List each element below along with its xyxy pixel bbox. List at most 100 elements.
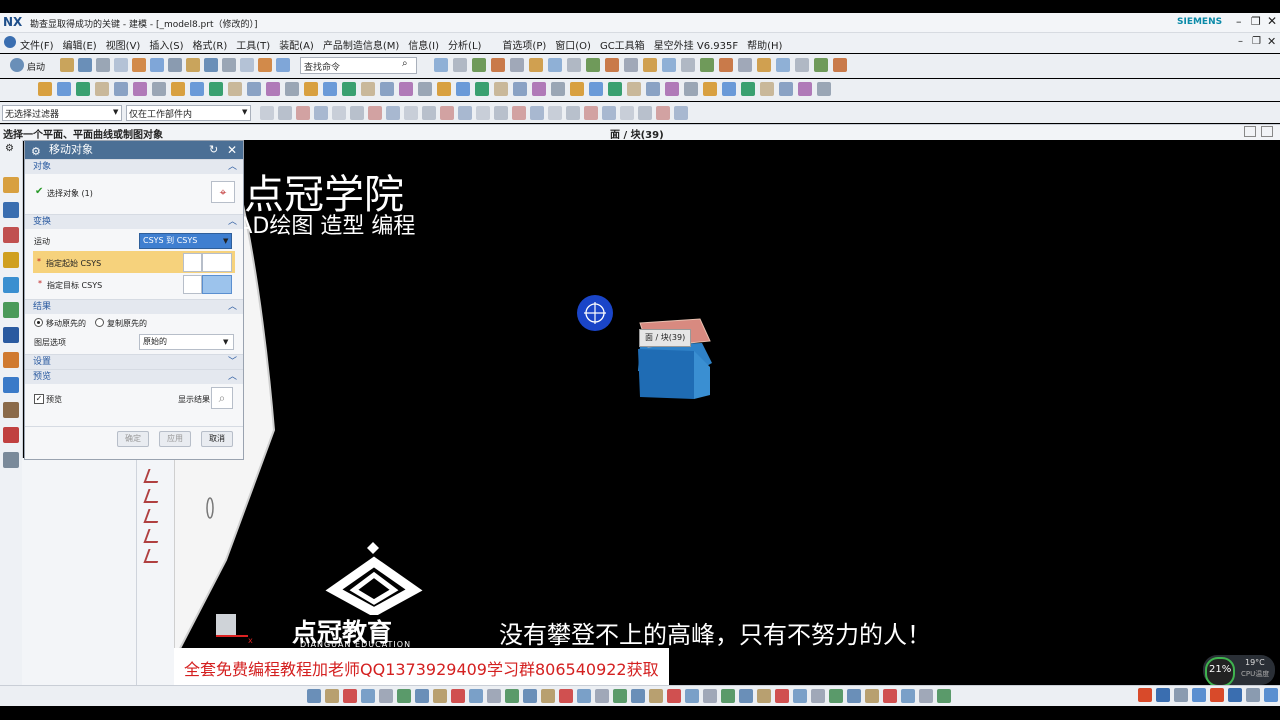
toolbar-tool-icon[interactable] [323,82,337,96]
menu-item[interactable]: 星空外挂 V6.935F [654,37,738,52]
toolbar-tool-icon[interactable] [95,82,109,96]
selection-filter-dropdown[interactable]: 无选择过滤器 ▼ [2,105,122,121]
toolbar-tool-icon[interactable] [530,106,544,120]
resource-tab-icon[interactable] [3,352,19,368]
toolbar-tool-icon[interactable] [451,689,465,703]
toolbar-tool-icon[interactable] [152,82,166,96]
toolbar-tool-icon[interactable] [811,689,825,703]
search-icon[interactable]: ⌕ [402,58,408,69]
toolbar-tool-icon[interactable] [422,106,436,120]
toolbar-tool-icon[interactable] [1246,688,1260,702]
select-object-label[interactable]: 选择对象 (1) [47,188,93,199]
toolbar-tool-icon[interactable] [646,82,660,96]
toolbar-tool-icon[interactable] [437,82,451,96]
resource-tab-icon[interactable] [3,377,19,393]
toolbar-tool-icon[interactable] [278,106,292,120]
toolbar-tool-icon[interactable] [681,58,695,72]
toolbar-tool-icon[interactable] [260,106,274,120]
toolbar-tool-icon[interactable] [624,58,638,72]
toolbar-tool-icon[interactable] [434,58,448,72]
toolbar-tool-icon[interactable] [1174,688,1188,702]
toolbar-tool-icon[interactable] [667,689,681,703]
dialog-close-icon[interactable]: ✕ [227,141,237,159]
toolbar-tool-icon[interactable] [814,58,828,72]
menu-item[interactable]: 格式(R) [193,37,228,52]
toolbar-tool-icon[interactable] [566,106,580,120]
toolbar-tool-icon[interactable] [228,82,242,96]
toolbar-tool-icon[interactable] [700,58,714,72]
toolbar-tool-icon[interactable] [304,82,318,96]
toolbar-tool-icon[interactable] [703,82,717,96]
toolbar-tool-icon[interactable] [114,58,128,72]
toolbar-tool-icon[interactable] [833,58,847,72]
toolbar-tool-icon[interactable] [567,58,581,72]
chevron-down-icon[interactable]: ▼ [113,108,118,116]
toolbar-tool-icon[interactable] [380,82,394,96]
toolbar-tool-icon[interactable] [505,689,519,703]
toolbar-tool-icon[interactable] [775,689,789,703]
toolbar-tool-icon[interactable] [78,58,92,72]
toolbar-tool-icon[interactable] [343,689,357,703]
toolbar-tool-icon[interactable] [865,689,879,703]
toolbar-tool-icon[interactable] [532,82,546,96]
csys-dialog-icon[interactable] [183,253,202,272]
toolbar-tool-icon[interactable] [620,106,634,120]
toolbar-tool-icon[interactable] [937,689,951,703]
toolbar-tool-icon[interactable] [132,58,146,72]
toolbar-tool-icon[interactable] [1210,688,1224,702]
toolbar-tool-icon[interactable] [440,106,454,120]
toolbar-tool-icon[interactable] [613,689,627,703]
command-search-input[interactable]: 查找命令 ⌕ [300,57,417,74]
toolbar-tool-icon[interactable] [548,106,562,120]
toolbar-tool-icon[interactable] [829,689,843,703]
motion-dropdown[interactable]: CSYS 到 CSYS [139,233,232,249]
chevron-down-icon[interactable]: ﹀ [228,355,237,369]
csys-inferred-icon[interactable] [202,253,232,272]
section-preview[interactable]: 预览 ︿ [25,369,243,384]
toolbar-tool-icon[interactable] [386,106,400,120]
toolbar-tool-icon[interactable] [665,82,679,96]
cancel-button[interactable]: 取消 [201,431,233,447]
csys-inferred-icon[interactable] [202,275,232,294]
toolbar-tool-icon[interactable] [114,82,128,96]
toolbar-tool-icon[interactable] [739,689,753,703]
resource-tab-icon[interactable] [3,227,19,243]
toolbar-tool-icon[interactable] [494,82,508,96]
chevron-down-icon[interactable]: ▼ [242,108,247,116]
toolbar-tool-icon[interactable] [399,82,413,96]
toolbar-tool-icon[interactable] [1228,688,1242,702]
chevron-down-icon[interactable]: ▼ [223,338,228,346]
toolbar-tool-icon[interactable] [332,106,346,120]
origin-csys-row[interactable]: * 指定起始 CSYS [33,251,235,273]
toolbar-tool-icon[interactable] [456,82,470,96]
doc-restore-icon[interactable]: ❐ [1252,36,1261,47]
toolbar-tool-icon[interactable] [779,82,793,96]
toolbar-tool-icon[interactable] [285,82,299,96]
toolbar-tool-icon[interactable] [721,689,735,703]
toolbar-tool-icon[interactable] [559,689,573,703]
toolbar-tool-icon[interactable] [738,58,752,72]
toolbar-tool-icon[interactable] [817,82,831,96]
target-csys-row[interactable]: * 指定目标 CSYS [25,273,243,295]
toolbar-tool-icon[interactable] [171,82,185,96]
toolbar-tool-icon[interactable] [847,689,861,703]
menu-item[interactable]: 产品制造信息(M) [323,37,399,52]
menu-item[interactable]: 信息(I) [408,37,439,52]
toolbar-tool-icon[interactable] [513,82,527,96]
toolbar-tool-icon[interactable] [494,106,508,120]
toolbar-tool-icon[interactable] [605,58,619,72]
toolbar-tool-icon[interactable] [901,689,915,703]
menu-item[interactable]: 插入(S) [149,37,183,52]
toolbar-tool-icon[interactable] [548,58,562,72]
resource-tab-icon[interactable] [3,252,19,268]
toolbar-tool-icon[interactable] [656,106,670,120]
toolbar-tool-icon[interactable] [1192,688,1206,702]
ok-button[interactable]: 确定 [117,431,149,447]
toolbar-tool-icon[interactable] [541,689,555,703]
toolbar-tool-icon[interactable] [296,106,310,120]
apply-button[interactable]: 应用 [159,431,191,447]
toolbar-tool-icon[interactable] [361,82,375,96]
menu-item[interactable]: 编辑(E) [63,37,97,52]
start-icon[interactable] [10,58,24,72]
toolbar-tool-icon[interactable] [631,689,645,703]
